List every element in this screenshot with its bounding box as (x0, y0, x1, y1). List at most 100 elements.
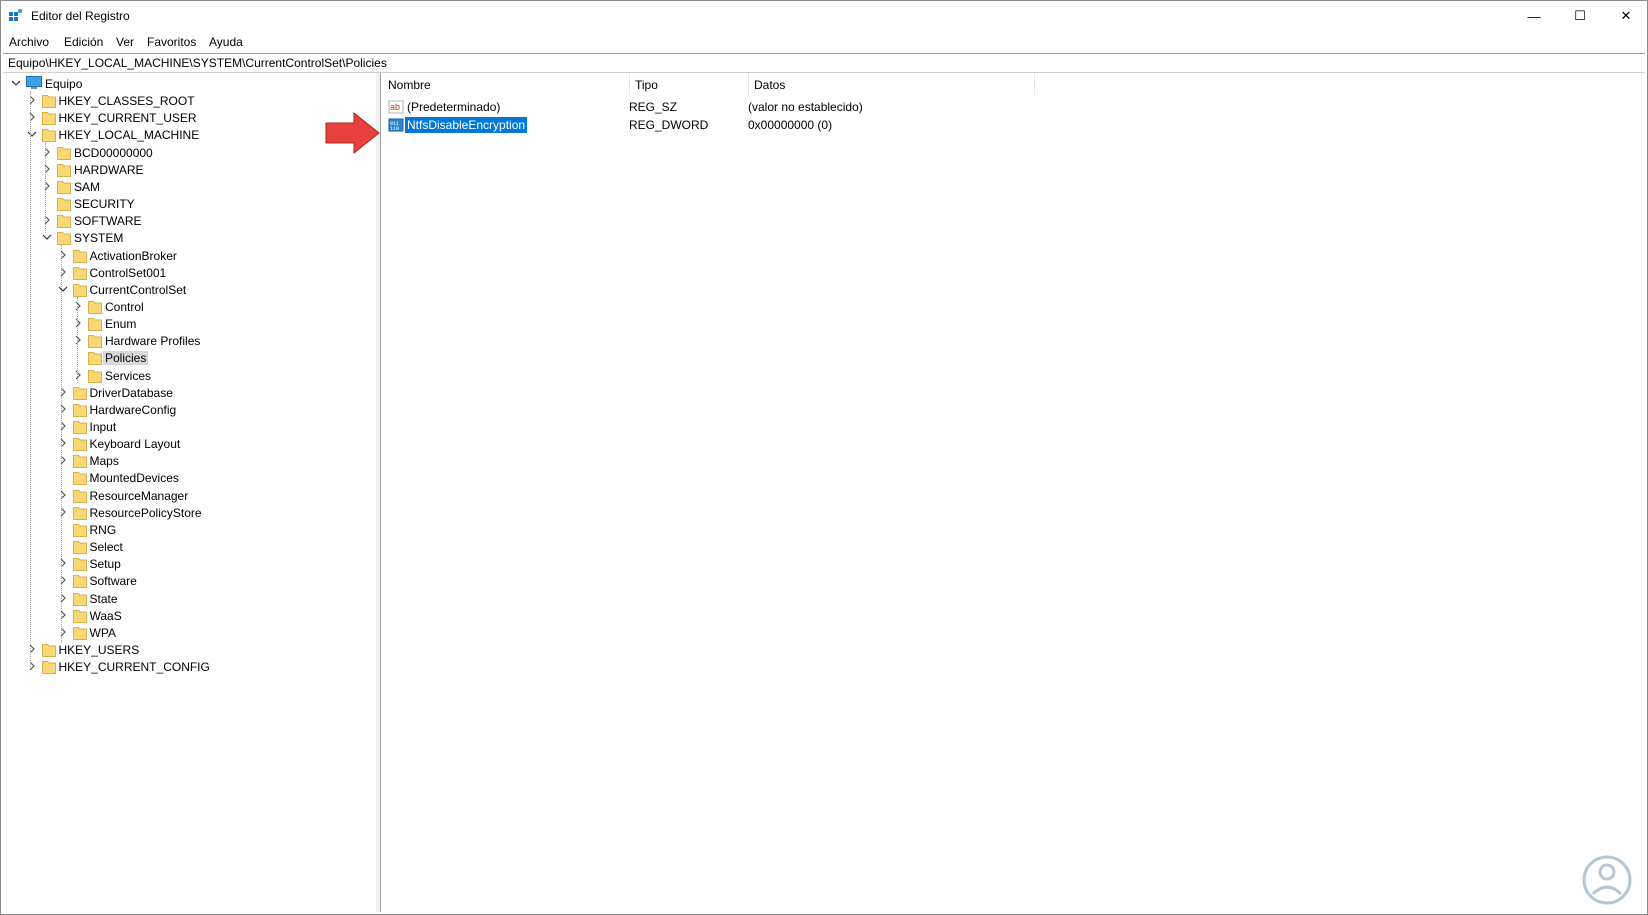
chevron-right-icon[interactable] (58, 558, 68, 568)
chevron-down-icon[interactable] (27, 129, 37, 139)
tree-item-ccs-0[interactable]: Control (3, 298, 373, 316)
menu-favoritos[interactable]: Favoritos (147, 35, 196, 49)
tree-item-system-b7[interactable]: ResourcePolicyStore (3, 504, 373, 522)
tree-item-ccs-1[interactable]: Enum (3, 315, 373, 333)
chevron-right-icon[interactable] (58, 610, 68, 620)
tree-item-hkey-classes-root[interactable]: HKEY_CLASSES_ROOT (3, 92, 373, 110)
title-bar[interactable]: Editor del Registro — ☐ ✕ (1, 1, 1647, 31)
chevron-right-icon[interactable] (42, 164, 52, 174)
chevron-right-icon[interactable] (58, 490, 68, 500)
menu-ver[interactable]: Ver (116, 35, 134, 49)
close-button[interactable]: ✕ (1603, 1, 1647, 31)
chevron-right-icon[interactable] (73, 370, 83, 380)
tree-item-label: Software (89, 574, 137, 589)
tree-item-system-b13[interactable]: WaaS (3, 607, 373, 625)
chevron-right-icon[interactable] (58, 250, 68, 260)
folder-icon (72, 556, 87, 572)
tree-item-hkey-local-machine[interactable]: HKEY_LOCAL_MACHINE (3, 126, 373, 144)
column-header-data[interactable]: Datos (748, 73, 1035, 95)
menu-edicion[interactable]: Edición (64, 35, 103, 49)
chevron-right-icon[interactable] (58, 404, 68, 414)
chevron-right-icon[interactable] (42, 181, 52, 191)
tree-item-system-b9[interactable]: Select (3, 538, 373, 556)
menu-ayuda[interactable]: Ayuda (209, 35, 243, 49)
chevron-right-icon[interactable] (58, 421, 68, 431)
tree-item-system-b0[interactable]: DriverDatabase (3, 384, 373, 402)
chevron-down-icon[interactable] (11, 78, 21, 88)
chevron-right-icon[interactable] (58, 593, 68, 603)
tree-item-system-b5[interactable]: MountedDevices (3, 469, 373, 487)
tree-item-system-1[interactable]: ControlSet001 (3, 264, 373, 282)
values-list[interactable]: Nombre Tipo Datos ab (Predeterminado) RE… (382, 73, 1645, 912)
folder-icon (88, 316, 102, 332)
tree-item-hklm-0[interactable]: BCD00000000 (3, 144, 373, 162)
chevron-right-icon[interactable] (73, 301, 83, 311)
chevron-right-icon[interactable] (73, 335, 83, 345)
value-data: 0x00000000 (0) (748, 118, 833, 132)
tree-item-equipo[interactable]: Equipo (3, 75, 373, 93)
chevron-right-icon[interactable] (58, 507, 68, 517)
address-bar[interactable]: Equipo\HKEY_LOCAL_MACHINE\SYSTEM\Current… (3, 53, 1645, 73)
chevron-right-icon[interactable] (42, 147, 52, 157)
tree-item-system-2[interactable]: CurrentControlSet (3, 281, 373, 299)
chevron-right-icon[interactable] (27, 95, 37, 105)
chevron-right-icon[interactable] (27, 644, 37, 654)
value-type: REG_DWORD (629, 118, 709, 132)
pane-splitter[interactable] (376, 73, 381, 912)
tree-item-system-b6[interactable]: ResourceManager (3, 487, 373, 505)
folder-icon (72, 608, 87, 623)
tree-item-system-b3[interactable]: Keyboard Layout (3, 435, 373, 453)
chevron-right-icon[interactable] (73, 318, 83, 328)
chevron-right-icon[interactable] (58, 267, 68, 277)
tree-item-label: Setup (89, 557, 121, 572)
tree-item-system-b1[interactable]: HardwareConfig (3, 401, 373, 419)
address-path[interactable]: Equipo\HKEY_LOCAL_MACHINE\SYSTEM\Current… (8, 56, 387, 70)
folder-icon (41, 127, 56, 143)
folder-icon (41, 110, 56, 126)
tree-item-hkey-current-config[interactable]: HKEY_CURRENT_CONFIG (3, 658, 373, 676)
tree-item-system-b14[interactable]: WPA (3, 624, 373, 642)
menu-archivo[interactable]: Archivo (9, 35, 49, 49)
tree-item-system-b10[interactable]: Setup (3, 555, 373, 573)
chevron-down-icon[interactable] (58, 284, 68, 294)
menu-bar: Archivo Edición Ver Favoritos Ayuda (1, 32, 1647, 52)
tree-item-ccs-4[interactable]: Services (3, 367, 373, 385)
maximize-button[interactable]: ☐ (1557, 1, 1603, 31)
tree-item-hklm-5[interactable]: SYSTEM (3, 229, 373, 247)
chevron-right-icon[interactable] (58, 627, 68, 637)
tree-item-ccs-2[interactable]: Hardware Profiles (3, 332, 373, 350)
chevron-right-icon[interactable] (58, 387, 68, 397)
tree-item-label: SOFTWARE (74, 214, 142, 229)
tree-item-system-b11[interactable]: Software (3, 572, 373, 590)
value-row-selected[interactable]: 011 110 NtfsDisableEncryption REG_DWORD 0… (382, 116, 1645, 134)
tree-item-label: HARDWARE (74, 162, 144, 177)
tree-item-hkey-current-user[interactable]: HKEY_CURRENT_USER (3, 109, 373, 127)
tree-item-hklm-1[interactable]: HARDWARE (3, 161, 373, 179)
binary-value-icon: 011 110 (388, 117, 404, 133)
folder-icon (57, 179, 71, 194)
chevron-down-icon[interactable] (42, 232, 52, 242)
tree-item-policies[interactable]: Policies (3, 349, 373, 367)
tree-item-label: HKEY_LOCAL_MACHINE (58, 128, 200, 143)
tree-item-system-b12[interactable]: State (3, 590, 373, 608)
tree-item-hklm-2[interactable]: SAM (3, 178, 373, 196)
chevron-right-icon[interactable] (58, 455, 68, 465)
tree-item-hklm-4[interactable]: SOFTWARE (3, 212, 373, 230)
key-tree[interactable]: Equipo HKEY_CLASSES_ROOT HKEY_CURRENT_USER… (3, 73, 377, 912)
tree-item-system-b8[interactable]: RNG (3, 521, 373, 539)
column-header-type[interactable]: Tipo (629, 73, 749, 95)
tree-item-system-b4[interactable]: Maps (3, 452, 373, 470)
minimize-button[interactable]: — (1511, 1, 1557, 31)
value-row[interactable]: ab (Predeterminado) REG_SZ (valor no est… (382, 98, 1645, 116)
tree-item-hkey-users[interactable]: HKEY_USERS (3, 641, 373, 659)
chevron-right-icon[interactable] (27, 112, 37, 122)
tree-item-system-b2[interactable]: Input (3, 418, 373, 436)
column-header-name[interactable]: Nombre (382, 73, 630, 95)
chevron-right-icon[interactable] (27, 661, 37, 671)
tree-item-system-0[interactable]: ActivationBroker (3, 247, 373, 265)
tree-item-label: Select (89, 540, 123, 555)
tree-item-hklm-3[interactable]: SECURITY (3, 195, 373, 213)
chevron-right-icon[interactable] (58, 438, 68, 448)
chevron-right-icon[interactable] (42, 215, 52, 225)
chevron-right-icon[interactable] (58, 575, 68, 585)
